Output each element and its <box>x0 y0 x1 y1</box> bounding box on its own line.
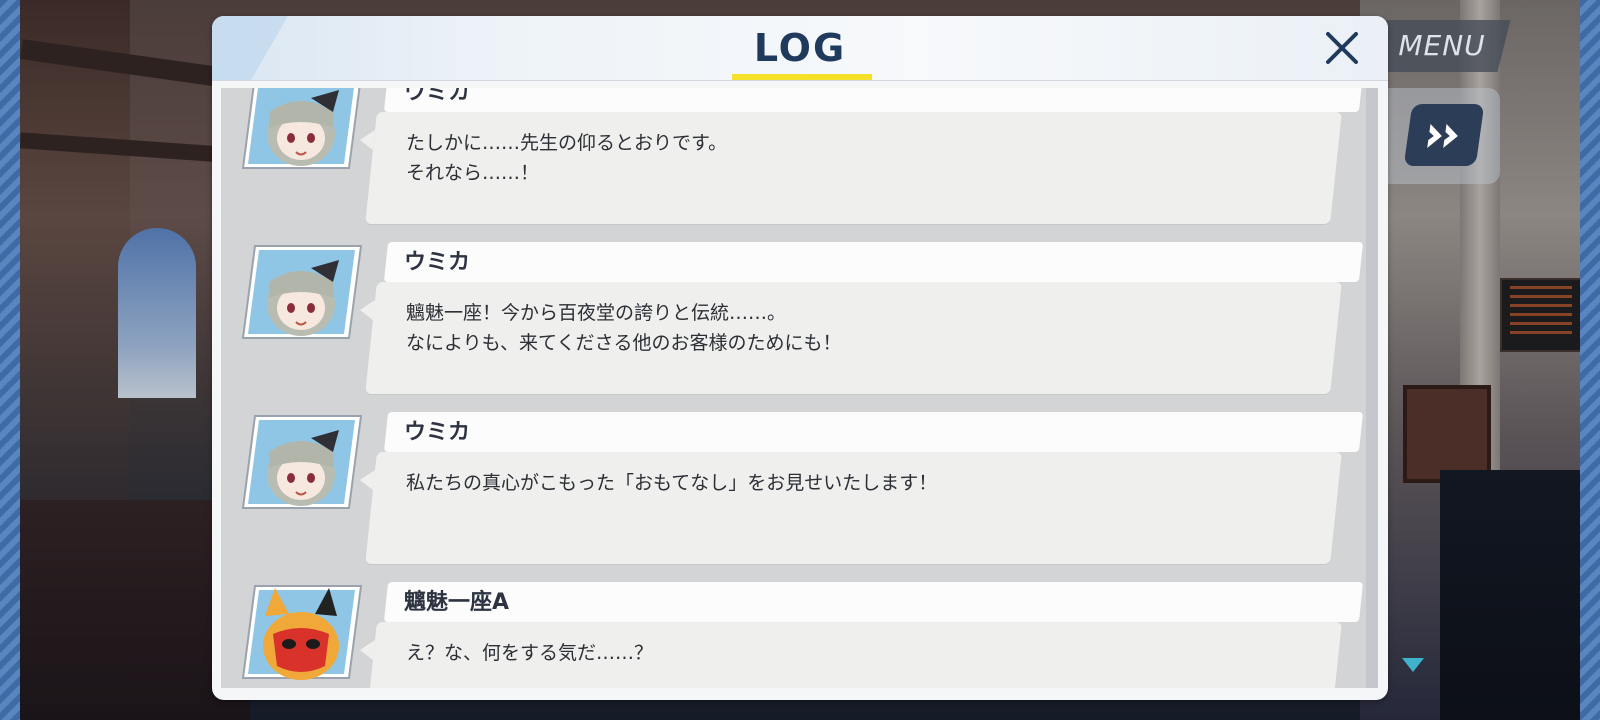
character-portrait-chimi-ichiza-a <box>241 585 363 680</box>
fast-forward-icon <box>1427 124 1458 148</box>
menu-label: MENU <box>1398 29 1486 62</box>
character-portrait-umika <box>241 88 361 169</box>
scene-door <box>1403 385 1491 483</box>
close-icon[interactable] <box>1322 28 1362 68</box>
name-bar <box>383 88 1364 112</box>
character-portrait-umika <box>241 415 363 509</box>
speaker-name: ウミカ <box>404 250 471 275</box>
character-portrait-umika <box>241 245 363 339</box>
page-title: LOG <box>753 26 847 70</box>
message-line: それなら……！ <box>406 162 540 184</box>
log-entry: ウミカ たしかに……先生の仰るとおりです。 それなら……！ <box>221 88 1366 232</box>
speaker-name: ウミカ <box>404 88 471 105</box>
log-dialog: LOG ウミカ たしかに……先生の仰るとおりです。 それなら……！ ウミカ 魑魅… <box>212 16 1388 700</box>
log-entry: ウミカ 魑魅一座！今から百夜堂の誇りと伝統……。 なによりも、来てくださる他のお… <box>221 242 1366 402</box>
menu-button[interactable]: MENU <box>1373 20 1511 72</box>
speaker-name: ウミカ <box>404 420 471 445</box>
fast-forward-button[interactable] <box>1403 104 1485 166</box>
title-underline <box>732 74 872 80</box>
log-list[interactable]: ウミカ たしかに……先生の仰るとおりです。 それなら……！ ウミカ 魑魅一座！今… <box>221 88 1378 688</box>
message-line: 私たちの真心がこもった「おもてなし」をお見せいたします！ <box>406 472 938 494</box>
name-bar <box>383 412 1364 452</box>
speaker-name: 魑魅一座A <box>404 590 510 615</box>
screen-border-left <box>0 0 20 720</box>
scene-furniture <box>1440 470 1580 720</box>
message-line: なによりも、来てくださる他のお客様のためにも！ <box>406 332 842 354</box>
dialog-header: LOG <box>212 16 1388 81</box>
name-bar <box>383 582 1364 622</box>
name-bar <box>383 242 1364 282</box>
message-line: え？な、何をする気だ……？ <box>406 642 654 664</box>
log-entry: 魑魅一座A え？な、何をする気だ……？ <box>221 582 1366 688</box>
screen-border-right <box>1580 0 1600 720</box>
message-line: たしかに……先生の仰るとおりです。 <box>406 132 728 154</box>
log-entry: ウミカ 私たちの真心がこもった「おもてなし」をお見せいたします！ <box>221 412 1366 572</box>
message-line: 魑魅一座！今から百夜堂の誇りと伝統……。 <box>406 302 787 324</box>
scene-window <box>118 228 196 398</box>
chevron-down-icon[interactable] <box>1402 658 1424 672</box>
scene-menu-board <box>1500 278 1582 352</box>
